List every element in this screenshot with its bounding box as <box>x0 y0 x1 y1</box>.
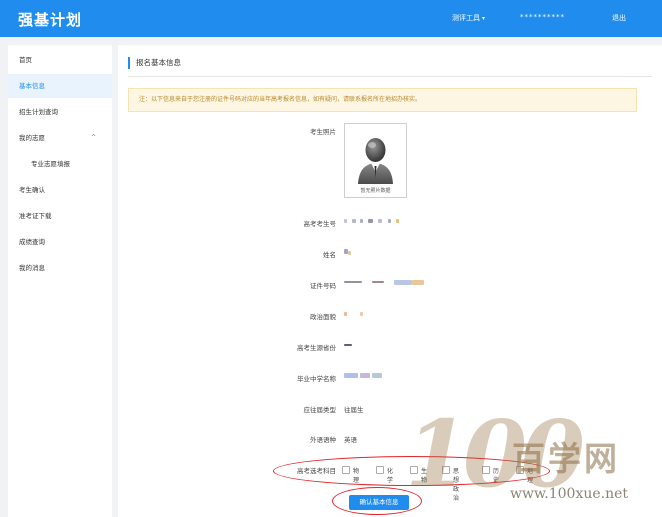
photo-box: 暂无照片数据 <box>344 123 407 198</box>
sidebar-item-admission-ticket[interactable]: 准考证下载 <box>8 204 112 228</box>
high-school-label: 毕业中学名称 <box>297 375 336 383</box>
province-value <box>344 341 364 349</box>
name-label: 姓名 <box>323 251 336 259</box>
watermark-url: www.100xue.net <box>510 486 629 502</box>
graduate-type-label: 应往届类型 <box>303 406 337 414</box>
sidebar-item-basic-info[interactable]: 基本信息 <box>8 74 112 98</box>
chevron-down-icon: ▾ <box>482 15 486 22</box>
high-school-value <box>344 372 394 380</box>
id-number-label: 证件号码 <box>310 282 336 290</box>
sidebar: 首页 基本信息 招生计划查询 我的志愿 ^ 专业志愿填报 考生确认 准考证下载 成… <box>8 45 112 517</box>
political-status-value <box>344 310 374 318</box>
sidebar-item-scores[interactable]: 成绩查询 <box>8 230 112 254</box>
candidate-number-value <box>344 217 404 225</box>
photo-caption: 暂无照片数据 <box>360 188 391 194</box>
username-menu[interactable]: ********** <box>520 13 565 21</box>
user-avatar-icon <box>358 138 393 184</box>
id-number-value <box>344 279 434 287</box>
photo-label: 考生照片 <box>310 128 336 136</box>
logout-link[interactable]: 退出 <box>612 13 626 23</box>
political-status-label: 政治面貌 <box>310 313 336 321</box>
app-brand-title[interactable]: 强基计划 <box>18 9 82 30</box>
tools-menu-label: 测评工具 <box>452 14 480 22</box>
graduate-type-value: 往届生 <box>344 406 364 414</box>
sidebar-item-label: 我的志愿 <box>19 134 45 142</box>
sidebar-item-confirm[interactable]: 考生确认 <box>8 178 112 202</box>
chevron-up-icon: ^ <box>90 134 96 141</box>
sidebar-item-home[interactable]: 首页 <box>8 48 112 72</box>
section-title: 报名基本信息 <box>128 57 181 69</box>
tools-menu[interactable]: 测评工具 ▾ <box>452 13 485 23</box>
province-label: 高考生源省份 <box>297 344 336 352</box>
name-value <box>344 248 364 256</box>
foreign-language-value: 英语 <box>344 436 357 444</box>
sidebar-item-messages[interactable]: 我的消息 <box>8 256 112 280</box>
title-divider <box>128 76 652 77</box>
sidebar-item-enrollment-plan[interactable]: 招生计划查询 <box>8 100 112 124</box>
watermark-site-name: 百学网 <box>512 439 620 478</box>
sidebar-item-my-choices[interactable]: 我的志愿 ^ <box>8 126 112 150</box>
foreign-language-label: 外语语种 <box>310 436 336 444</box>
sidebar-item-major-choice[interactable]: 专业志愿填报 <box>8 152 112 176</box>
candidate-number-label: 高考考生号 <box>303 220 337 228</box>
notice-banner: 注：以下信息来自于您注册的证件号码对应的当年高考报名信息，如有疑问，请联系报名所… <box>128 88 637 112</box>
top-navigation-bar: 强基计划 测评工具 ▾ ********** 退出 <box>0 0 662 37</box>
